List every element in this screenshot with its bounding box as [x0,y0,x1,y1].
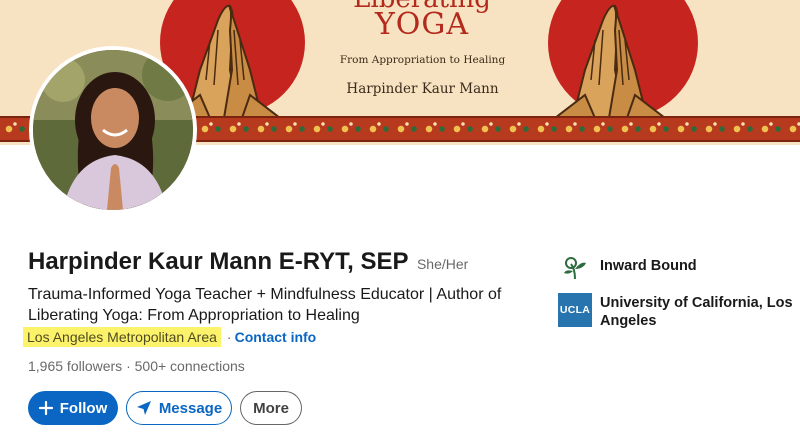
location-separator: · [226,329,232,345]
message-button-label: Message [158,399,223,417]
education-school[interactable]: UCLA University of California, Los Angel… [558,293,800,330]
follow-button[interactable]: Follow [28,391,118,425]
message-button[interactable]: Message [126,391,232,425]
school-name: University of California, Los Angeles [600,295,793,329]
profile-name-row: Harpinder Kaur Mann E-RYT, SEP She/Her [28,248,468,276]
connections-count[interactable]: 500+ connections [135,358,245,374]
profile-network-stats: 1,965 followers · 500+ connections [28,358,245,374]
contact-info-link[interactable]: Contact info [235,329,317,345]
profile-location-row: Los Angeles Metropolitan Area · Contact in… [23,327,317,347]
profile-location: Los Angeles Metropolitan Area [23,327,221,347]
plus-icon [38,401,53,415]
company-name: Inward Bound [600,258,697,274]
network-separator: · [126,358,131,374]
profile-avatar[interactable] [29,46,197,214]
profile-pronouns: She/Her [416,256,469,272]
current-company[interactable]: Inward Bound [558,251,800,285]
send-icon [136,400,152,416]
profile-headline: Trauma-Informed Yoga Teacher + Mindfulne… [28,286,502,324]
banner-book-subtitle: From Appropriation to Healing [339,54,506,66]
profile-name: Harpinder Kaur Mann E-RYT, SEP [28,248,409,275]
followers-count[interactable]: 1,965 followers [28,358,122,374]
banner-book-title: YOGA [374,7,470,42]
inward-bound-logo-icon [558,251,592,285]
more-button-label: More [253,399,289,417]
ucla-logo-icon: UCLA [558,293,592,327]
more-button[interactable]: More [240,391,302,425]
follow-button-label: Follow [59,399,108,417]
banner-book-author: Harpinder Kaur Mann [346,81,499,97]
avatar-photo [33,50,193,210]
praying-hands-right-illustration [555,4,665,118]
